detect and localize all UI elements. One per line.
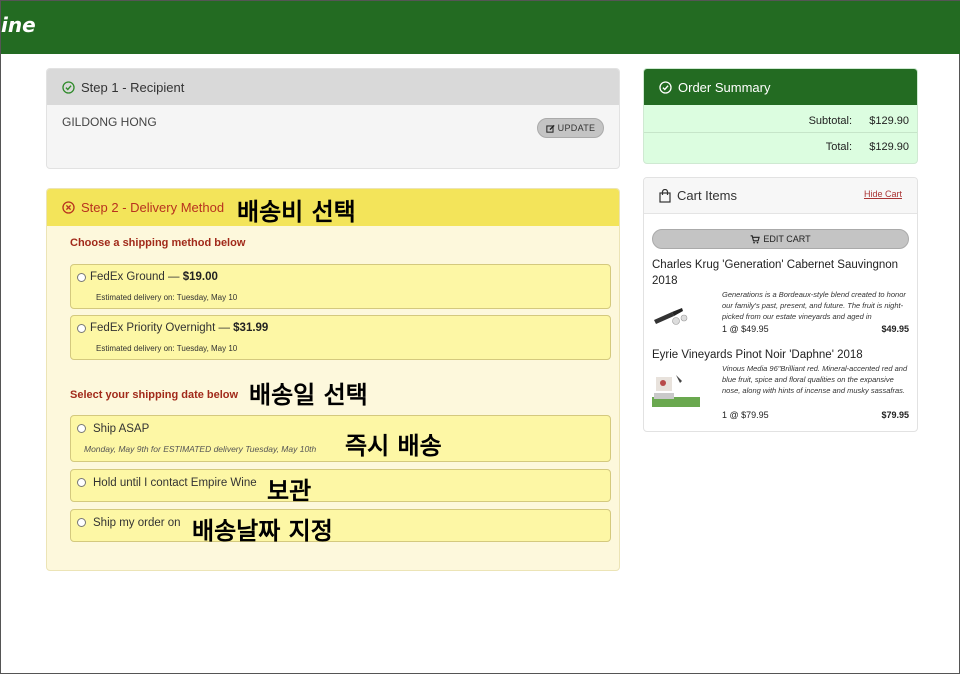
cart-item-name[interactable]: Charles Krug 'Generation' Cabernet Sauvi… <box>652 257 912 289</box>
annotation-hold: 보관 <box>267 477 312 505</box>
wine-bottle-thumbnail <box>652 296 700 338</box>
step1-recipient-card: Step 1 - Recipient GILDONG HONG UPDATE <box>46 68 620 169</box>
radio-hold[interactable] <box>77 478 86 487</box>
shipping-option-fedex-ground[interactable]: FedEx Ground — $19.00 Estimated delivery… <box>70 264 611 309</box>
step1-title: Step 1 - Recipient <box>81 79 185 95</box>
order-summary-title: Order Summary <box>678 79 771 95</box>
ship-on-date-label: Ship my order on <box>93 517 181 529</box>
shipping-method-heading: Choose a shipping method below <box>70 237 246 249</box>
order-summary-header: Order Summary <box>644 69 917 105</box>
step2-title: Step 2 - Delivery Method <box>81 200 225 215</box>
step1-header: Step 1 - Recipient <box>47 69 619 105</box>
hold-label: Hold until I contact Empire Wine <box>93 477 257 489</box>
edit-icon <box>546 124 555 133</box>
subtotal-label: Subtotal: <box>808 115 852 127</box>
total-value: $129.90 <box>869 141 909 153</box>
shipping-option-label: FedEx Ground — $19.00 <box>90 271 218 283</box>
hold-option[interactable]: Hold until I contact Empire Wine 보관 <box>70 469 611 505</box>
radio-ship-on-date[interactable] <box>77 518 86 527</box>
ship-asap-note: Monday, May 9th for ESTIMATED delivery T… <box>84 444 317 454</box>
cart-title: Cart Items <box>677 188 737 203</box>
check-circle-icon <box>659 80 672 94</box>
radio-ship-asap[interactable] <box>77 424 86 433</box>
wine-bottle-thumbnail <box>652 371 700 413</box>
recipient-name: GILDONG HONG <box>62 115 157 129</box>
shipping-date-heading: Select your shipping date below <box>70 389 239 401</box>
radio-fedex-ground[interactable] <box>77 273 86 282</box>
annotation-shipping-fee: 배송비 선택 <box>237 198 356 226</box>
step2-delivery-card: Step 2 - Delivery Method 배송비 선택 Choose a… <box>46 188 620 571</box>
ship-asap-option[interactable]: Ship ASAP Monday, May 9th for ESTIMATED … <box>70 415 611 462</box>
update-recipient-button[interactable]: UPDATE <box>537 118 604 138</box>
annotation-ship-now: 즉시 배송 <box>345 432 442 460</box>
cart-item-qty-price: 1 @ $49.95 <box>722 324 769 334</box>
delivery-estimate: Estimated delivery on: Tuesday, May 10 <box>96 293 238 302</box>
check-circle-icon <box>62 80 75 94</box>
cart-item-qty-price: 1 @ $79.95 <box>722 410 769 420</box>
cart-item-total: $79.95 <box>881 410 909 420</box>
cart-icon <box>751 234 761 243</box>
close-circle-icon <box>62 201 75 214</box>
summary-divider <box>644 132 917 133</box>
cart-item-description: Vinous Media 96"Brilliant red. Mineral-a… <box>722 364 908 395</box>
cart-items-card: Cart Items Hide Cart EDIT CART Charles K… <box>643 177 918 432</box>
shipping-option-label: FedEx Priority Overnight — $31.99 <box>90 322 269 334</box>
top-navbar: ine <box>1 1 960 54</box>
subtotal-row: Subtotal: $129.90 <box>782 115 909 127</box>
step2-header: Step 2 - Delivery Method 배송비 선택 <box>47 189 619 226</box>
cart-item-name[interactable]: Eyrie Vineyards Pinot Noir 'Daphne' 2018 <box>652 347 912 363</box>
cart-item-total: $49.95 <box>881 324 909 334</box>
total-label: Total: <box>825 141 852 153</box>
ship-on-date-option[interactable]: Ship my order on 배송날짜 지정 <box>70 509 611 545</box>
annotation-shipping-date: 배송일 선택 <box>249 381 368 409</box>
update-label: UPDATE <box>557 123 596 133</box>
cart-item-description: Generations is a Bordeaux-style blend cr… <box>722 290 906 321</box>
ship-asap-label: Ship ASAP <box>93 423 150 435</box>
edit-cart-label: EDIT CART <box>763 234 811 244</box>
shopping-bag-icon <box>659 188 671 203</box>
shipping-option-fedex-priority[interactable]: FedEx Priority Overnight — $31.99 Estima… <box>70 315 611 360</box>
edit-cart-button[interactable]: EDIT CART <box>652 229 909 249</box>
cart-header: Cart Items Hide Cart <box>644 178 917 214</box>
delivery-estimate: Estimated delivery on: Tuesday, May 10 <box>96 344 238 353</box>
hide-cart-link[interactable]: Hide Cart <box>864 189 902 199</box>
annotation-specify-date: 배송날짜 지정 <box>192 517 333 545</box>
radio-fedex-priority[interactable] <box>77 324 86 333</box>
subtotal-value: $129.90 <box>869 115 909 127</box>
order-summary-card: Order Summary Subtotal: $129.90 Total: $… <box>643 68 918 164</box>
total-row: Total: $129.90 <box>782 141 909 153</box>
site-logo[interactable]: ine <box>1 13 36 37</box>
